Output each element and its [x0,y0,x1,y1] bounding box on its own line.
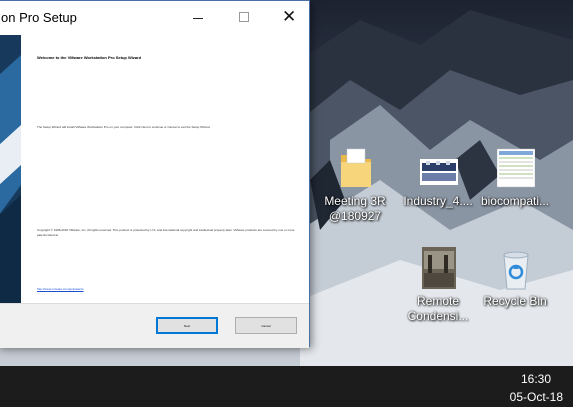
clock-time[interactable]: 16:30 [521,372,551,386]
recycle-bin-icon [497,247,535,291]
close-button[interactable]: ✕ [265,1,311,34]
desktop-icon-label: Meeting 3R @180927 [324,194,386,223]
image-thumbnail-icon [420,147,458,191]
maximize-button[interactable] [221,1,267,34]
next-button[interactable]: Next [156,317,218,334]
photo-thumbnail-icon [420,247,458,291]
desktop-icon-label: Industry_4.... [403,194,473,208]
wizard-content: Welcome to the VMware Workstation Pro Se… [31,35,303,303]
minimize-icon [193,18,203,19]
patents-link[interactable]: http://www.vmware.com/go/patents [37,287,84,291]
wizard-heading: Welcome to the VMware Workstation Pro Se… [37,55,142,60]
taskbar: 16:30 05-Oct-18 [0,366,573,407]
close-icon: ✕ [282,7,297,26]
copyright-text: Copyright © 1998-2018 VMware, Inc. All r… [37,228,295,237]
button-bar: Next Cancel [0,303,309,348]
folder-icon [337,147,375,191]
desktop-icon-label: biocompati... [480,194,550,208]
wizard-description: The Setup Wizard will install VMware Wor… [37,125,211,129]
desktop-icon-label: Recycle Bin [483,294,547,308]
minimize-button[interactable] [175,1,221,34]
window-title: on Pro Setup [1,10,77,25]
desktop-icon-label: Remote Condensi... [407,294,469,323]
title-bar[interactable]: on Pro Setup ✕ [0,1,309,34]
maximize-icon [239,12,249,22]
setup-banner-image [0,35,21,303]
setup-dialog[interactable]: on Pro Setup ✕ Welcome to the VMware Wor… [0,0,310,348]
spreadsheet-thumbnail-icon [496,147,536,191]
clock-date[interactable]: 05-Oct-18 [510,390,563,404]
cancel-button[interactable]: Cancel [235,317,297,334]
